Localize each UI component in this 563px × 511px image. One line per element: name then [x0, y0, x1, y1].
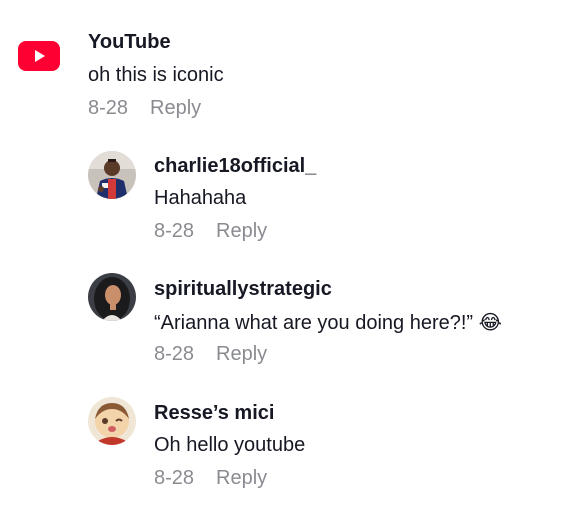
comment-meta: 8-28 Reply: [154, 343, 267, 366]
comment-username[interactable]: Resse’s mici: [154, 402, 274, 425]
user-avatar-photo: [88, 151, 136, 199]
comment-text: “Arianna what are you doing here?!” 😂: [154, 312, 503, 334]
comment-date: 8-28: [154, 220, 195, 242]
comment-username[interactable]: spirituallystrategic: [154, 278, 332, 301]
comment-item: spirituallystrategic “Arianna what are y…: [0, 262, 563, 377]
youtube-logo-icon[interactable]: [18, 41, 60, 71]
avatar[interactable]: [88, 151, 136, 199]
avatar[interactable]: [88, 397, 136, 445]
comment-date: 8-28: [154, 343, 195, 365]
user-avatar-photo: [88, 273, 136, 321]
reply-button[interactable]: Reply: [216, 343, 267, 366]
comment-item: charlie18official_ Hahahaha 8-28 Reply: [0, 140, 563, 255]
comment-date: 8-28: [154, 467, 195, 489]
comment-meta: 8-28 Reply: [88, 97, 201, 120]
comment-username[interactable]: YouTube: [88, 31, 171, 54]
comment-text: oh this is iconic: [88, 64, 224, 86]
reply-button[interactable]: Reply: [150, 97, 201, 120]
comment-meta: 8-28 Reply: [154, 220, 267, 243]
reply-button[interactable]: Reply: [216, 467, 267, 490]
comment-text: Oh hello youtube: [154, 434, 306, 456]
comment-date: 8-28: [88, 97, 129, 119]
comment-text: Hahahaha: [154, 187, 247, 209]
comment-meta: 8-28 Reply: [154, 467, 267, 490]
comment-item: YouTube oh this is iconic 8-28 Reply: [0, 0, 563, 130]
comment-username[interactable]: charlie18official_: [154, 155, 316, 178]
avatar[interactable]: [88, 273, 136, 321]
reply-button[interactable]: Reply: [216, 220, 267, 243]
comment-item: Resse’s mici Oh hello youtube 8-28 Reply: [0, 386, 563, 501]
user-avatar-photo: [88, 397, 136, 445]
